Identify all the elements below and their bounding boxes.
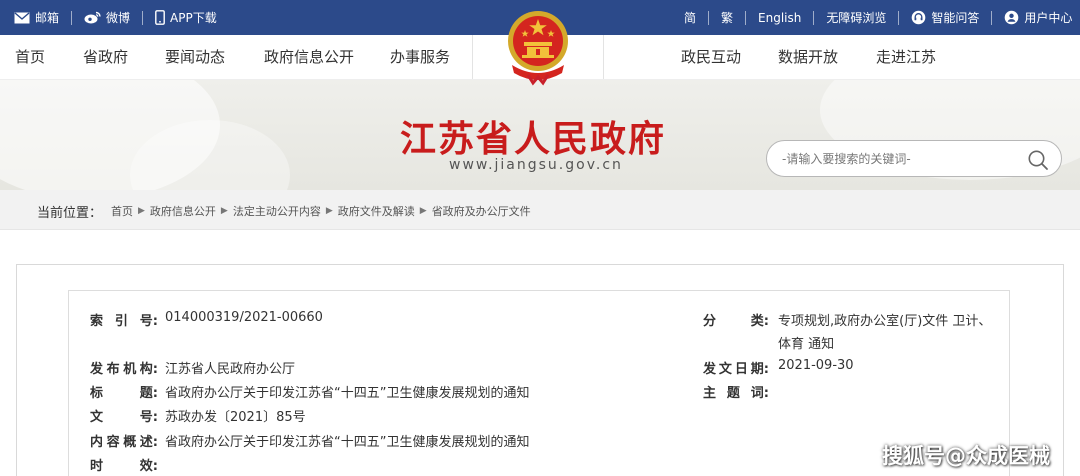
breadcrumb: 当前位置： 首页 ▶ 政府信息公开 ▶ 法定主动公开内容 ▶ 政府文件及解读 ▶… (0, 190, 1080, 230)
nav-provincial-government[interactable]: 省政府 (83, 35, 128, 80)
nav-about-jiangsu[interactable]: 走进江苏 (876, 35, 936, 80)
nav-news[interactable]: 要闻动态 (165, 35, 225, 80)
search-box (766, 140, 1062, 177)
chevron-right-icon: ▶ (419, 206, 427, 216)
category-value-line1: 专项规划,政府办公室(厅)文件 卫计、 (778, 314, 992, 329)
breadcrumb-trail: 首页 ▶ 政府信息公开 ▶ 法定主动公开内容 ▶ 政府文件及解读 ▶ 省政府及办… (111, 203, 531, 219)
breadcrumb-government-documents[interactable]: 省政府及办公厅文件 (432, 203, 531, 219)
app-label: APP下载 (170, 11, 217, 25)
search-input[interactable] (782, 149, 1022, 169)
user-icon (1004, 10, 1019, 25)
breadcrumb-home[interactable]: 首页 (111, 203, 133, 219)
summary-value: 省政府办公厅关于印发江苏省“十四五”卫生健康发展规划的通知 (165, 435, 530, 450)
document-number-value: 苏政办发〔2021〕85号 (165, 410, 306, 425)
category-value-line2: 体育 通知 (778, 337, 835, 352)
headset-icon (911, 10, 926, 25)
validity-label: 时效: (90, 459, 158, 474)
index-number-value: 014000319/2021-00660 (165, 310, 323, 325)
smart-qa-label: 智能问答 (931, 11, 980, 25)
mail-link[interactable]: 邮箱 (14, 9, 59, 26)
watermark-text: 搜狐号@众成医械 (882, 444, 1050, 468)
user-center-link[interactable]: 用户中心 (1004, 9, 1072, 26)
weibo-link[interactable]: 微博 (84, 9, 130, 26)
traditional-chinese-link[interactable]: 繁 (721, 9, 733, 26)
user-center-label: 用户中心 (1024, 11, 1073, 25)
issuer-label: 发布机构: (90, 362, 158, 377)
site-banner: 江苏省人民政府 www.jiangsu.gov.cn (0, 80, 1080, 190)
search-icon[interactable] (1027, 149, 1049, 175)
site-title: 江苏省人民政府 (400, 118, 667, 160)
divider (71, 10, 73, 25)
simplified-chinese-link[interactable]: 简 (684, 9, 696, 26)
smart-qa-link[interactable]: 智能问答 (911, 9, 979, 26)
divider (142, 10, 144, 25)
divider (813, 10, 815, 25)
summary-label: 内容概述: (90, 435, 158, 450)
chevron-right-icon: ▶ (220, 206, 228, 216)
mail-icon (14, 11, 30, 24)
chevron-right-icon: ▶ (138, 206, 145, 216)
category-label: 分类: (703, 314, 769, 329)
weibo-icon (84, 11, 101, 24)
breadcrumb-label: 当前位置： (37, 206, 103, 221)
app-download-link[interactable]: APP下载 (155, 9, 217, 26)
nav-info-disclosure[interactable]: 政府信息公开 (264, 35, 354, 80)
nav-services[interactable]: 办事服务 (390, 35, 450, 80)
subject-label: 主题词: (703, 386, 769, 401)
nav-home[interactable]: 首页 (15, 35, 45, 80)
issuer-value: 江苏省人民政府办公厅 (165, 362, 296, 377)
mobile-icon (155, 10, 165, 25)
issue-date-value: 2021-09-30 (778, 358, 854, 373)
issue-date-label: 发文日期: (703, 362, 769, 377)
breadcrumb-statutory-content[interactable]: 法定主动公开内容 (233, 203, 321, 219)
chevron-right-icon: ▶ (325, 206, 333, 216)
site-url: www.jiangsu.gov.cn (449, 157, 623, 173)
breadcrumb-documents[interactable]: 政府文件及解读 (338, 203, 415, 219)
weibo-label: 微博 (106, 11, 131, 25)
divider (745, 10, 747, 25)
index-number-label: 索引号: (90, 314, 158, 329)
title-value: 省政府办公厅关于印发江苏省“十四五”卫生健康发展规划的通知 (165, 386, 530, 401)
divider (991, 10, 993, 25)
nav-open-data[interactable]: 数据开放 (778, 35, 838, 80)
divider (898, 10, 900, 25)
national-emblem-icon (506, 9, 570, 87)
breadcrumb-info-disclosure[interactable]: 政府信息公开 (150, 203, 216, 219)
document-number-label: 文号: (90, 410, 158, 425)
accessibility-link[interactable]: 无障碍浏览 (826, 9, 886, 26)
divider (708, 10, 710, 25)
mail-label: 邮箱 (35, 11, 60, 25)
title-label: 标题: (90, 386, 158, 401)
nav-interaction[interactable]: 政民互动 (681, 35, 741, 80)
english-link[interactable]: English (758, 11, 801, 25)
